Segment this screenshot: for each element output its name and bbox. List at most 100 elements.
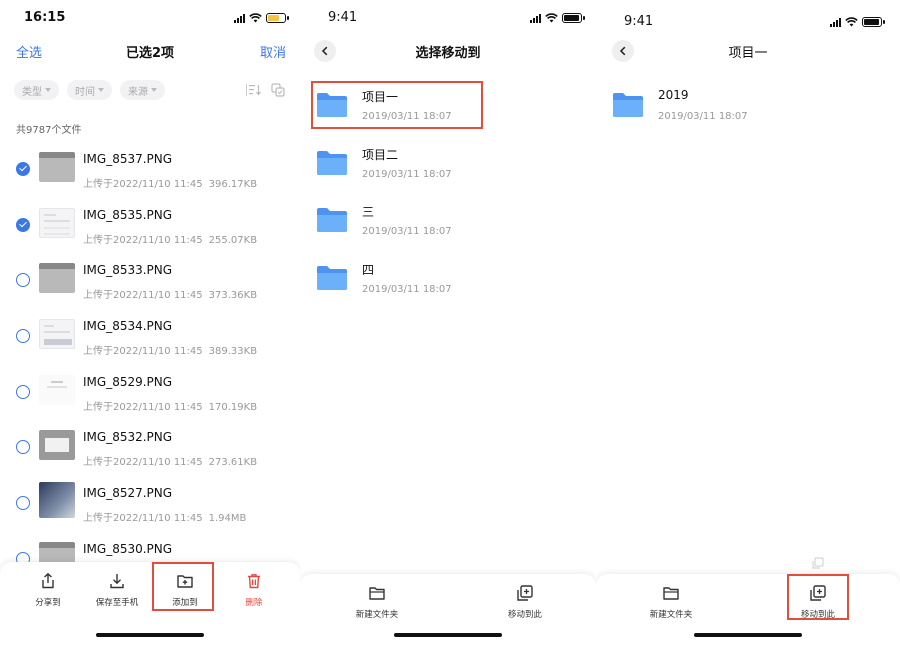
- file-row[interactable]: IMG_8527.PNG 上传于2022/11/10 11:45 1.94MB: [0, 478, 300, 534]
- file-row[interactable]: IMG_8535.PNG 上传于2022/11/10 11:45 255.07KB: [0, 200, 300, 256]
- save-to-phone-button[interactable]: 保存至手机: [82, 572, 152, 608]
- file-size: 373.36KB: [208, 290, 258, 302]
- new-folder-button[interactable]: 新建文件夹: [332, 584, 422, 620]
- file-row[interactable]: IMG_8534.PNG 上传于2022/11/10 11:45 389.33KB: [0, 311, 300, 367]
- add-to-label: 添加到: [172, 598, 198, 608]
- wifi-icon: [545, 13, 558, 23]
- upload-time: 上传于2022/11/10 11:45: [83, 401, 203, 413]
- action-toolbar: 新建文件夹 移动到此: [596, 574, 900, 650]
- file-row[interactable]: IMG_8529.PNG 上传于2022/11/10 11:45 170.19KB: [0, 367, 300, 423]
- image-thumbnail: [39, 263, 75, 294]
- folder-row[interactable]: 三 2019/03/11 18:07: [300, 195, 596, 253]
- move-here-label: 移动到此: [800, 610, 835, 620]
- folder-name: 2019: [658, 88, 689, 102]
- folder-name: 项目一: [362, 90, 399, 104]
- image-thumbnail: [39, 430, 75, 461]
- status-time: 16:15: [24, 10, 66, 25]
- file-row[interactable]: IMG_8533.PNG 上传于2022/11/10 11:45 373.36KB: [0, 255, 300, 311]
- share-label: 分享到: [35, 598, 61, 608]
- folder-date: 2019/03/11 18:07: [362, 226, 452, 237]
- folder-date: 2019/03/11 18:07: [362, 168, 452, 180]
- image-thumbnail: [39, 374, 75, 405]
- filter-bar: 类型 时间 来源: [14, 80, 286, 100]
- caret-down-icon: [45, 88, 51, 92]
- page-title: 已选2项: [125, 46, 175, 61]
- upload-time: 上传于2022/11/10 11:45: [83, 179, 203, 190]
- file-name: IMG_8535.PNG: [83, 207, 173, 222]
- page-title: 选择移动到: [415, 46, 481, 61]
- checkbox-checked[interactable]: [16, 162, 30, 176]
- trash-icon: [248, 574, 260, 589]
- folder-name: 项目二: [362, 147, 399, 162]
- download-icon: [110, 574, 124, 589]
- sort-icon[interactable]: [246, 83, 262, 97]
- filter-time-chip[interactable]: 时间: [67, 80, 112, 100]
- share-button[interactable]: 分享到: [13, 572, 83, 608]
- wifi-icon: [249, 13, 262, 23]
- cancel-button[interactable]: 取消: [260, 42, 286, 61]
- caret-down-icon: [98, 88, 104, 92]
- signal-icon: [234, 13, 245, 23]
- folder-icon: [317, 150, 347, 175]
- image-thumbnail: [39, 482, 75, 519]
- add-to-button[interactable]: 添加到: [150, 572, 220, 608]
- new-folder-button[interactable]: 新建文件夹: [626, 584, 716, 620]
- move-here-icon: [517, 585, 533, 601]
- select-mode-icon[interactable]: [270, 83, 286, 97]
- delete-label: 删除: [245, 598, 263, 608]
- file-size: 170.19KB: [208, 401, 258, 413]
- folder-row[interactable]: 四 2019/03/11 18:07: [300, 253, 596, 311]
- status-bar: 9:41: [596, 8, 900, 30]
- status-time: 9:41: [328, 10, 358, 25]
- checkbox-unchecked[interactable]: [16, 273, 30, 288]
- folder-icon: [369, 587, 385, 600]
- battery-icon: [862, 17, 885, 27]
- caret-down-icon: [151, 88, 157, 92]
- folder-contents-screen: 9:41 项目一 2019 2019/03/11 18:07 新建文件夹 移动到…: [596, 0, 900, 650]
- share-icon: [42, 572, 54, 589]
- checkbox-unchecked[interactable]: [16, 496, 30, 511]
- file-count: 共9787个文件: [16, 125, 82, 136]
- image-thumbnail: [39, 207, 75, 238]
- upload-time: 上传于2022/11/10 11:45: [83, 346, 203, 358]
- folder-icon: [317, 265, 347, 290]
- checkbox-checked[interactable]: [16, 217, 30, 232]
- folder-list: 项目一 2019/03/11 18:07 项目二 2019/03/11 18:0…: [300, 80, 596, 310]
- folder-row[interactable]: 2019 2019/03/11 18:07: [596, 80, 900, 138]
- filter-type-chip[interactable]: 类型: [14, 80, 59, 100]
- file-row[interactable]: IMG_8537.PNG 上传于2022/11/10 11:45 396.17KB: [0, 144, 300, 200]
- filter-source-chip[interactable]: 来源: [120, 80, 165, 100]
- checkbox-unchecked[interactable]: [16, 440, 30, 455]
- image-thumbnail: [39, 319, 75, 350]
- image-thumbnail: [39, 152, 75, 182]
- delete-button[interactable]: 删除: [219, 572, 289, 608]
- folder-date: 2019/03/11 18:07: [362, 111, 452, 122]
- move-here-button[interactable]: 移动到此: [773, 584, 863, 620]
- file-name: IMG_8537.PNG: [83, 152, 173, 166]
- signal-icon: [830, 17, 841, 27]
- move-here-icon: [810, 585, 826, 601]
- signal-icon: [530, 13, 541, 23]
- checkbox-unchecked[interactable]: [16, 384, 30, 399]
- file-name: IMG_8527.PNG: [83, 486, 173, 501]
- file-name: IMG_8533.PNG: [83, 263, 173, 278]
- file-size: 273.61KB: [208, 457, 258, 469]
- folder-icon: [317, 208, 347, 232]
- file-name: IMG_8534.PNG: [83, 319, 173, 334]
- folder-name: 三: [362, 205, 375, 219]
- folder-row[interactable]: 项目二 2019/03/11 18:07: [300, 138, 596, 196]
- upload-time: 上传于2022/11/10 11:45: [83, 290, 203, 302]
- file-row[interactable]: IMG_8532.PNG 上传于2022/11/10 11:45 273.61KB: [0, 422, 300, 478]
- wifi-icon: [845, 17, 858, 27]
- folder-row[interactable]: 项目一 2019/03/11 18:07: [300, 80, 596, 138]
- move-here-button[interactable]: 移动到此: [480, 584, 570, 620]
- folder-date: 2019/03/11 18:07: [362, 283, 452, 295]
- file-select-screen: 16:15 全选 已选2项 取消 类型 时间 来源 共9787个文件 IMG_8…: [0, 0, 300, 650]
- folder-icon: [613, 93, 643, 117]
- move-here-faint-icon: [812, 557, 824, 569]
- upload-time: 上传于2022/11/10 11:45: [83, 234, 203, 246]
- checkbox-unchecked[interactable]: [16, 329, 30, 344]
- action-toolbar: 分享到 保存至手机 添加到 删除: [0, 562, 300, 650]
- folder-name: 四: [362, 262, 375, 277]
- move-here-label: 移动到此: [507, 610, 542, 620]
